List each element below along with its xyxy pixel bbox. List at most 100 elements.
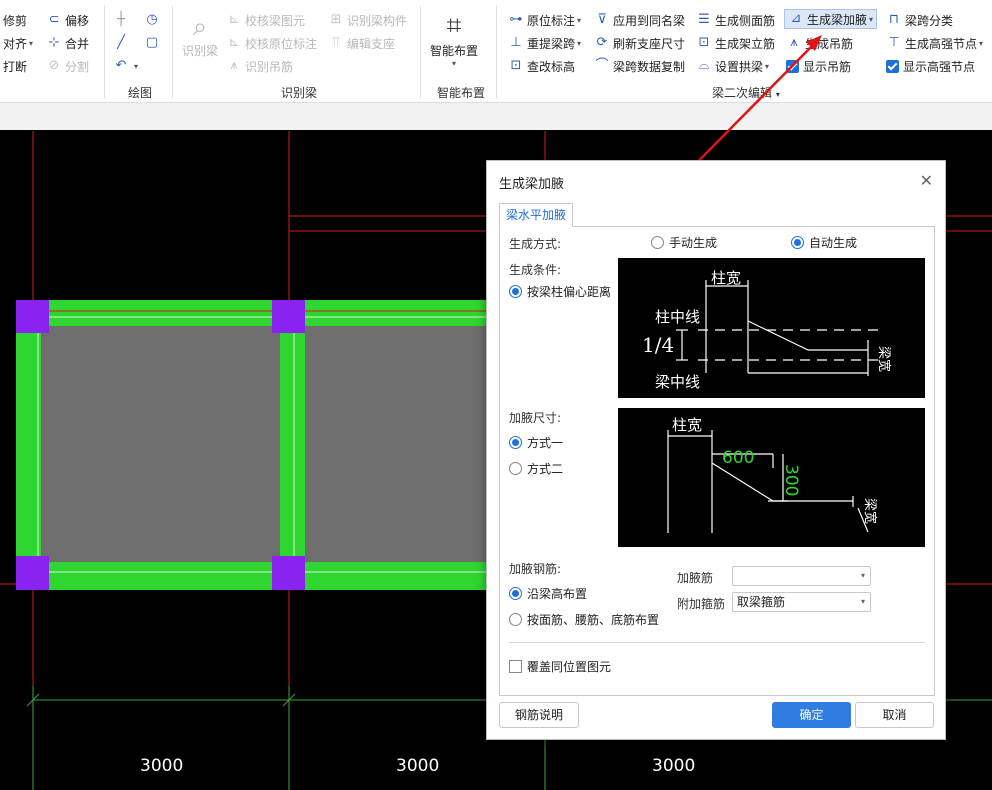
overwrite-checkbox[interactable]: 覆盖同位置图元 — [509, 658, 611, 675]
ribbon-toolbar: 修剪 对齐 ▾ 打断 ⊂ 偏移 ⊹ 合并 ⊘ 分割 ┼ ◷ ╱ ▢ ↶ ▾ 绘图 ⌕ 识别… — [0, 0, 992, 102]
beam[interactable] — [16, 300, 506, 326]
edit-support-button[interactable]: ⫪ 编辑支座 — [328, 33, 395, 53]
edit-elevation-button[interactable]: ⊡ 查改标高 — [508, 56, 575, 76]
trim-button[interactable]: 修剪 — [3, 10, 27, 30]
trim-label: 修剪 — [3, 13, 28, 28]
grid-layout-icon: ⌗ — [446, 11, 462, 41]
haunch-bar-select[interactable]: ▾ — [732, 566, 871, 586]
by-face-waist-bottom-radio[interactable]: 按面筋、腰筋、底筋布置 — [509, 611, 659, 628]
break-button[interactable]: 打断 — [3, 56, 27, 76]
diagram2-length: 600 — [722, 448, 754, 468]
close-icon[interactable]: ✕ — [920, 171, 933, 190]
hanger-icon: ⩚ — [790, 35, 798, 50]
refresh-support-button[interactable]: ⟳ 刷新支座尺寸 — [594, 33, 685, 53]
recognize-beam-label: 识别梁 — [181, 44, 218, 58]
diagram1-col-center: 柱中线 — [655, 308, 700, 326]
tab-horizontal-haunch[interactable]: 梁水平加腋 — [499, 203, 574, 227]
chevron-down-icon: ▾ — [775, 90, 780, 99]
rebar-help-button[interactable]: 钢筋说明 — [499, 702, 579, 728]
auto-label: 自动生成 — [809, 236, 858, 250]
re-extract-span-button[interactable]: ⊥ 重提梁跨 ▾ — [508, 33, 581, 53]
extra-stirrup-value: 取梁箍筋 — [737, 595, 786, 609]
gen-hanger-label: 生成吊筋 — [805, 36, 854, 51]
diagram2-beam-width: 梁宽 — [862, 498, 878, 524]
curve-icon: ↶ — [115, 58, 127, 73]
beam[interactable] — [280, 300, 305, 590]
beam[interactable] — [16, 300, 41, 590]
column[interactable] — [272, 556, 305, 590]
in-place-annotation-label: 原位标注 — [527, 13, 576, 28]
align-button[interactable]: 对齐 ▾ — [3, 33, 33, 53]
point-tool[interactable]: ┼ — [113, 10, 132, 30]
dimension-text: 3000 — [652, 756, 696, 776]
haunch-dialog: 生成梁加腋 ✕ 梁水平加腋 生成方式: 手动生成 自动生成 生成条件: 按梁柱偏… — [486, 160, 946, 740]
diagram1-beam-center: 梁中线 — [655, 373, 700, 391]
split-button[interactable]: ⊘ 分割 — [46, 56, 89, 76]
span-classify-button[interactable]: ⊓ 梁跨分类 — [886, 10, 953, 30]
method-one-radio[interactable]: 方式一 — [509, 434, 563, 451]
apply-same-name-button[interactable]: ⊽ 应用到同名梁 — [594, 10, 685, 30]
gen-high-strength-node-button[interactable]: ⊤ 生成高强节点 ▾ — [886, 33, 983, 53]
beam2-group-label-text: 梁二次编辑 — [712, 86, 773, 100]
hanger-icon: ⩚ — [230, 58, 238, 73]
recognize-beam-icon: ⌕ — [192, 12, 208, 42]
gen-side-rebar-label: 生成侧面筋 — [715, 13, 776, 28]
eccentric-distance-radio[interactable]: 按梁柱偏心距离 — [509, 283, 611, 300]
gen-high-strength-node-label: 生成高强节点 — [905, 36, 978, 51]
diagram1-quarter: 1/4 — [642, 333, 674, 357]
rect-tool[interactable]: ▢ — [144, 33, 163, 53]
copy-span-data-button[interactable]: ⌒ 梁跨数据复制 — [594, 56, 685, 76]
along-beam-height-radio[interactable]: 沿梁高布置 — [509, 585, 587, 602]
recognize-component-button[interactable]: ⊞ 识别梁构件 — [328, 10, 407, 30]
beam[interactable] — [16, 562, 506, 590]
offset-button[interactable]: ⊂ 偏移 — [46, 10, 89, 30]
merge-button[interactable]: ⊹ 合并 — [46, 33, 89, 53]
column[interactable] — [16, 300, 49, 333]
chevron-down-icon: ▾ — [860, 597, 865, 606]
check-beam-label: 校核梁图元 — [245, 13, 306, 28]
chevron-down-icon: ▾ — [869, 14, 874, 24]
copy-icon: ⌒ — [595, 58, 609, 73]
method-two-radio[interactable]: 方式二 — [509, 460, 563, 477]
gen-beam-haunch-button[interactable]: ⊿ 生成梁加腋 ▾ — [784, 9, 878, 29]
component-icon: ⊞ — [330, 12, 342, 27]
checkbox-checked-icon — [886, 59, 899, 73]
smart-layout-button[interactable]: ⌗ 智能布置 ▾ — [428, 10, 480, 68]
show-hanger-checkbox[interactable]: 显示吊筋 — [786, 56, 851, 76]
by-face-waist-bottom-label: 按面筋、腰筋、底筋布置 — [527, 613, 660, 627]
auto-radio[interactable]: 自动生成 — [791, 234, 857, 251]
show-high-strength-node-checkbox[interactable]: 显示高强节点 — [886, 56, 975, 76]
diagram1-beam-width: 梁宽 — [876, 346, 892, 372]
recognize-hanger-button[interactable]: ⩚ 识别吊筋 — [226, 56, 293, 76]
curve-tool[interactable]: ↶ ▾ — [113, 56, 138, 76]
check-beam-button[interactable]: ⊾ 校核梁图元 — [226, 10, 305, 30]
extra-stirrup-select[interactable]: 取梁箍筋 ▾ — [732, 592, 871, 612]
chevron-down-icon: ▾ — [577, 15, 582, 25]
line-tool[interactable]: ╱ — [113, 33, 132, 53]
checkbox-checked-icon — [786, 59, 799, 73]
clock-arc-icon: ◷ — [146, 12, 158, 27]
recognize-beam-button[interactable]: ⌕ 识别梁 — [178, 12, 222, 59]
smart-layout-label: 智能布置 — [429, 44, 478, 58]
arc-tool[interactable]: ◷ — [144, 10, 163, 30]
check-annotation-button[interactable]: ⊾ 校核原位标注 — [226, 33, 317, 53]
divider — [509, 642, 925, 643]
gen-erection-rebar-button[interactable]: ⊡ 生成架立筋 — [696, 33, 775, 53]
column[interactable] — [16, 556, 49, 590]
gen-hanger-button[interactable]: ⩚ 生成吊筋 — [786, 33, 853, 53]
cancel-button[interactable]: 取消 — [855, 702, 934, 728]
haunch-size-diagram-svg: 柱宽 600 300 梁宽 — [667, 416, 878, 533]
chevron-down-icon: ▾ — [765, 61, 770, 71]
in-place-annotation-button[interactable]: ⊶ 原位标注 ▾ — [508, 10, 582, 30]
recognize-hanger-label: 识别吊筋 — [245, 59, 294, 74]
column[interactable] — [272, 300, 305, 333]
haunch-bar-label: 加腋筋 — [677, 571, 714, 585]
diagram2-col-width: 柱宽 — [672, 416, 702, 434]
diagram1-col-width: 柱宽 — [711, 269, 741, 287]
gen-side-rebar-button[interactable]: ☰ 生成侧面筋 — [696, 10, 775, 30]
ok-button[interactable]: 确定 — [772, 702, 851, 728]
separator — [496, 6, 497, 98]
set-arch-beam-button[interactable]: ⌓ 设置拱梁 ▾ — [696, 56, 769, 76]
split-icon: ⊘ — [48, 58, 60, 73]
manual-radio[interactable]: 手动生成 — [651, 234, 717, 251]
